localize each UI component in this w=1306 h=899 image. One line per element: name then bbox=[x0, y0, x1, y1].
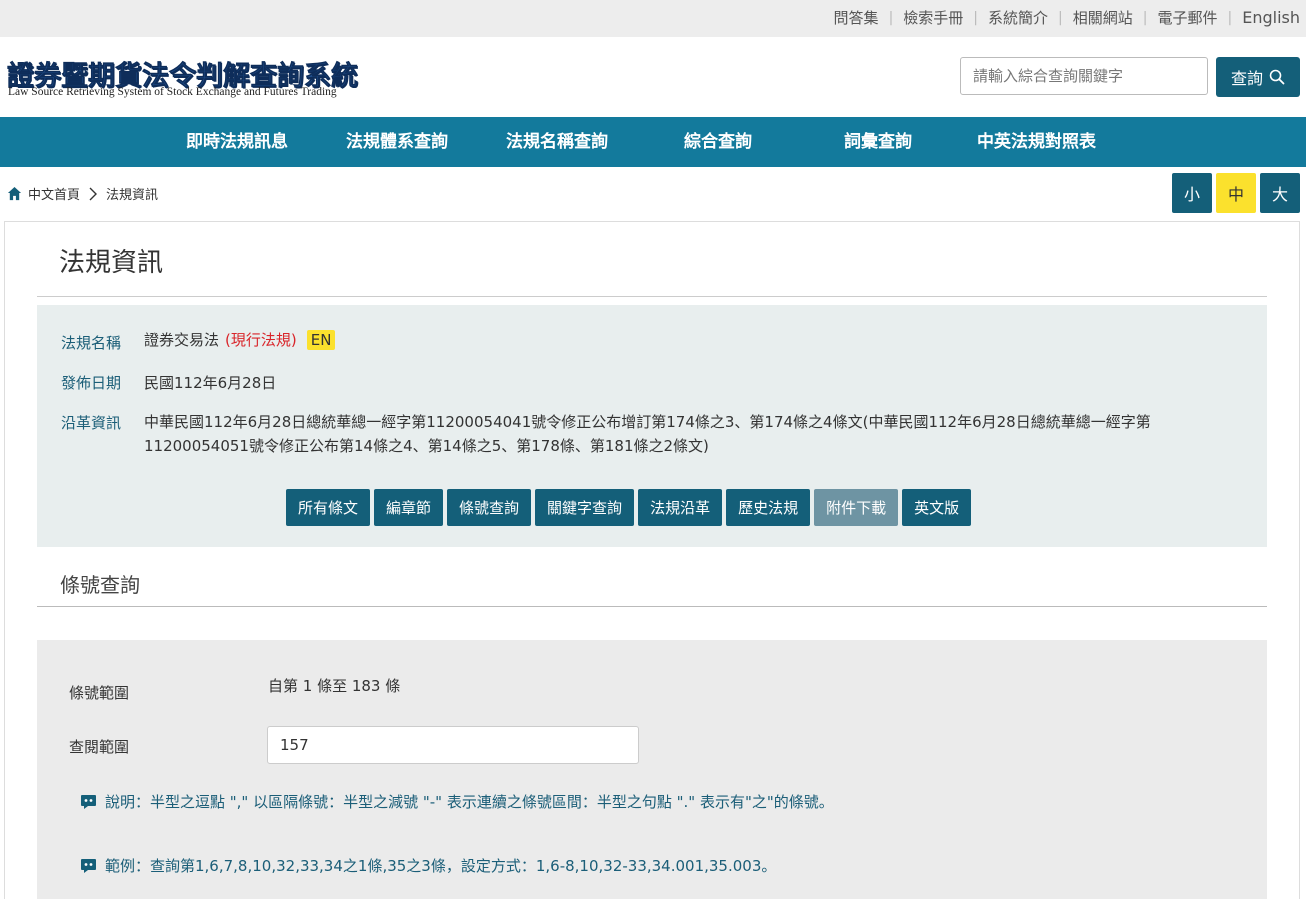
search-button[interactable]: 查詢 bbox=[1216, 57, 1300, 97]
historical-laws-button[interactable]: 歷史法規 bbox=[726, 489, 811, 526]
comment-icon bbox=[81, 794, 96, 809]
search-button-label: 查詢 bbox=[1230, 69, 1263, 88]
english-version-button[interactable]: 英文版 bbox=[902, 489, 972, 526]
publish-date-label: 發佈日期 bbox=[61, 374, 122, 392]
law-name-row: 證券交易法 (現行法規) EN bbox=[144, 329, 336, 350]
example-note-text: 範例：查詢第1,6,7,8,10,32,33,34之1條,35之3條，設定方式：… bbox=[105, 857, 777, 875]
breadcrumb: 中文首頁 法規資訊 bbox=[7, 184, 158, 203]
search-input[interactable] bbox=[960, 57, 1208, 95]
top-links: 問答集 | 檢索手冊 | 系統簡介 | 相關網站 | 電子郵件 | Englis… bbox=[834, 7, 1300, 28]
history-info-label: 沿革資訊 bbox=[61, 414, 122, 432]
section-divider bbox=[37, 606, 1267, 607]
top-link-separator: | bbox=[973, 9, 979, 26]
usage-note-text: 說明：半型之逗點 "," 以區隔條號：半型之減號 "-" 表示連續之條號區間：半… bbox=[105, 793, 834, 811]
history-info-value: 中華民國112年6月28日總統華總一經字第11200054041號令修正公布增訂… bbox=[144, 413, 1151, 455]
article-query-button[interactable]: 條號查詢 bbox=[447, 489, 532, 526]
usage-note: 說明：半型之逗點 "," 以區隔條號：半型之減號 "-" 表示連續之條號區間：半… bbox=[80, 791, 834, 812]
title-divider bbox=[37, 296, 1267, 297]
publish-date-value: 民國112年6月28日 bbox=[144, 374, 277, 392]
comment-icon bbox=[81, 858, 96, 873]
home-icon bbox=[7, 186, 22, 201]
law-name-label: 法規名稱 bbox=[61, 334, 122, 352]
chevron-right-icon bbox=[89, 187, 98, 200]
top-link-email[interactable]: 電子郵件 bbox=[1157, 7, 1217, 28]
nav-comprehensive-query[interactable]: 綜合查詢 bbox=[684, 117, 752, 167]
nav-realtime-news[interactable]: 即時法規訊息 bbox=[186, 117, 288, 167]
example-note: 範例：查詢第1,6,7,8,10,32,33,34之1條,35之3條，設定方式：… bbox=[80, 855, 776, 876]
top-link-manual[interactable]: 檢索手冊 bbox=[903, 7, 963, 28]
english-version-badge[interactable]: EN bbox=[306, 330, 336, 350]
article-range-value: 自第 1 條至 183 條 bbox=[268, 677, 401, 695]
article-range-label: 條號範圍 bbox=[69, 684, 130, 702]
font-size-large-button[interactable]: 大 bbox=[1260, 173, 1300, 213]
top-utility-bar: 問答集 | 檢索手冊 | 系統簡介 | 相關網站 | 電子郵件 | Englis… bbox=[0, 0, 1306, 37]
top-link-separator: | bbox=[1142, 9, 1148, 26]
section-title-article-query: 條號查詢 bbox=[60, 573, 140, 597]
law-status-text: (現行法規) bbox=[225, 331, 297, 349]
site-logo-subtitle: Law Source Retrieving System of Stock Ex… bbox=[8, 86, 337, 98]
font-size-medium-button[interactable]: 中 bbox=[1216, 173, 1256, 213]
law-name-link[interactable]: 證券交易法 bbox=[144, 331, 219, 349]
top-link-separator: | bbox=[1227, 9, 1233, 26]
all-articles-button[interactable]: 所有條文 bbox=[286, 489, 371, 526]
breadcrumb-current: 法規資訊 bbox=[106, 188, 159, 203]
law-action-buttons: 所有條文 編章節 條號查詢 關鍵字查詢 法規沿革 歷史法規 附件下載 英文版 bbox=[286, 489, 972, 526]
nav-law-system-query[interactable]: 法規體系查詢 bbox=[346, 117, 448, 167]
top-link-related-sites[interactable]: 相關網站 bbox=[1073, 7, 1133, 28]
page-title: 法規資訊 bbox=[59, 248, 164, 278]
nav-vocabulary-query[interactable]: 詞彙查詢 bbox=[844, 117, 912, 167]
nav-law-name-query[interactable]: 法規名稱查詢 bbox=[506, 117, 608, 167]
top-link-faq[interactable]: 問答集 bbox=[834, 7, 879, 28]
breadcrumb-home-link[interactable]: 中文首頁 bbox=[28, 184, 80, 203]
query-range-input[interactable] bbox=[267, 726, 639, 764]
keyword-query-button[interactable]: 關鍵字查詢 bbox=[535, 489, 635, 526]
search-icon bbox=[1269, 69, 1285, 85]
query-range-label: 查閱範圍 bbox=[69, 738, 130, 756]
font-size-small-button[interactable]: 小 bbox=[1172, 173, 1212, 213]
top-link-about[interactable]: 系統簡介 bbox=[988, 7, 1048, 28]
top-link-separator: | bbox=[1058, 9, 1063, 26]
chapters-button[interactable]: 編章節 bbox=[374, 489, 444, 526]
law-history-button[interactable]: 法規沿革 bbox=[638, 489, 723, 526]
top-link-english[interactable]: English bbox=[1242, 8, 1300, 27]
attachment-download-button[interactable]: 附件下載 bbox=[814, 489, 899, 526]
main-nav: 即時法規訊息 法規體系查詢 法規名稱查詢 綜合查詢 詞彙查詢 中英法規對照表 bbox=[0, 117, 1306, 167]
nav-bilingual-table[interactable]: 中英法規對照表 bbox=[977, 117, 1096, 167]
top-link-separator: | bbox=[888, 9, 894, 26]
